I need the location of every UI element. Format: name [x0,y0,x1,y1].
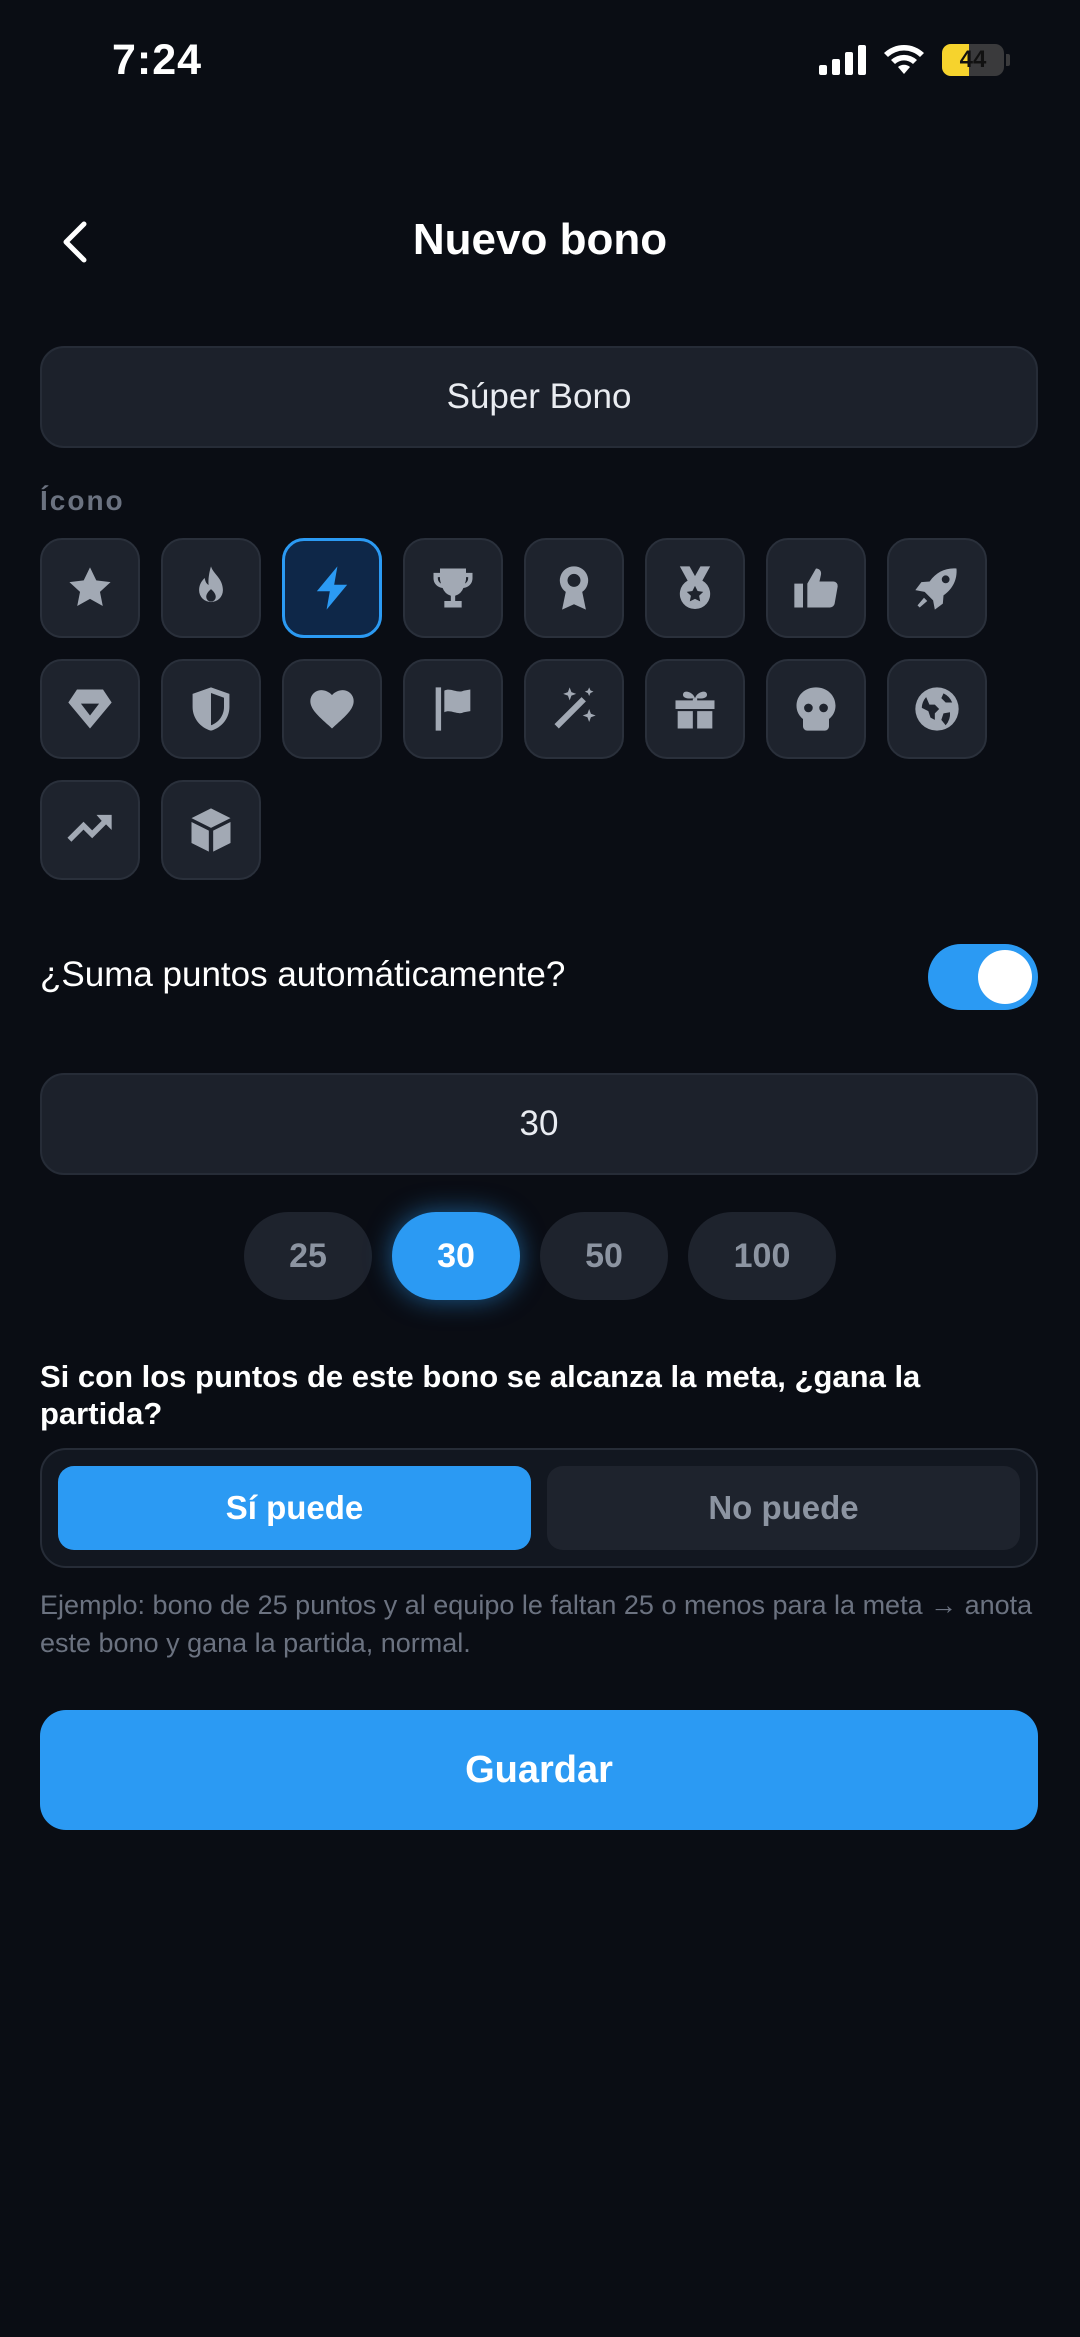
globe-icon [915,687,959,731]
cube-icon [191,808,231,852]
auto-points-label: ¿Suma puntos automáticamente? [40,955,566,994]
icon-option-gem[interactable] [40,659,140,759]
magic-wand-icon [554,687,596,729]
heart-icon [310,690,354,729]
battery-level: 44 [959,46,987,73]
icon-option-award[interactable] [524,538,624,638]
icon-option-rocket[interactable] [887,538,987,638]
icon-option-cube[interactable] [161,780,261,880]
points-input[interactable]: 30 [40,1073,1038,1175]
flame-icon [199,566,223,603]
hint-text: Ejemplo: bono de 25 puntos y al equipo l… [40,1590,1033,1658]
icon-option-gift[interactable] [645,659,745,759]
icon-option-shield[interactable] [161,659,261,759]
trending-up-icon [67,814,112,842]
icon-option-globe[interactable] [887,659,987,759]
win-option-selector: Sí puede No puede [40,1448,1038,1568]
quick-value-100[interactable]: 100 [688,1212,836,1300]
quick-values: 25 30 50 100 [0,1212,1080,1300]
page-title: Nuevo bono [412,215,668,264]
wifi-icon [884,45,924,74]
icon-option-flame[interactable] [161,538,261,638]
quick-value-25[interactable]: 25 [244,1212,372,1300]
option-no-button[interactable]: No puede [547,1466,1020,1550]
medal-icon [679,566,711,610]
star-icon [69,567,111,606]
icon-option-skull[interactable] [766,659,866,759]
icon-option-magic-wand[interactable] [524,659,624,759]
toggle-knob [978,950,1032,1004]
skull-icon [796,687,836,731]
award-icon [559,566,589,610]
cellular-signal-icon [819,45,866,75]
icon-option-star[interactable] [40,538,140,638]
icon-option-trophy[interactable] [403,538,503,638]
icon-option-flag[interactable] [403,659,503,759]
battery-icon: 44 [942,44,1004,76]
save-button[interactable]: Guardar [40,1710,1038,1830]
quick-value-30[interactable]: 30 [392,1212,520,1300]
icon-option-heart[interactable] [282,659,382,759]
flag-icon [435,687,471,731]
auto-points-toggle[interactable] [928,944,1038,1010]
option-yes-button[interactable]: Sí puede [58,1466,531,1550]
icon-option-thumbs-up[interactable] [766,538,866,638]
gift-icon [675,691,715,729]
gem-icon [68,689,112,729]
icon-option-bolt[interactable] [282,538,382,638]
icon-section-label: Ícono [40,485,125,516]
win-question: Si con los puntos de este bono se alcanz… [40,1359,921,1431]
bolt-icon [316,566,348,610]
status-icons: 44 [819,44,1010,76]
bonus-name-input[interactable]: Súper Bono [40,346,1038,448]
shield-icon [192,687,230,731]
icon-option-medal[interactable] [645,538,745,638]
trophy-icon [433,568,473,608]
rocket-icon [915,568,957,610]
quick-value-50[interactable]: 50 [540,1212,668,1300]
status-time: 7:24 [112,36,203,84]
icon-option-trending-up[interactable] [40,780,140,880]
thumbs-up-icon [794,568,838,608]
